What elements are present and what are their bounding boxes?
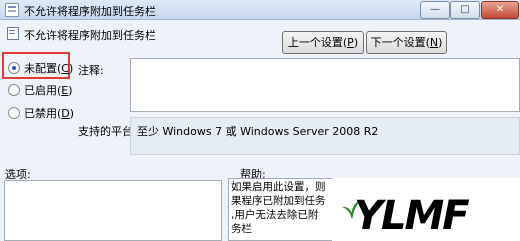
comment-label: 注释: (78, 64, 104, 77)
watermark-logo: YLMF (332, 178, 520, 241)
watermark-text: YLMF (354, 193, 470, 239)
policy-name: 不允许将程序附加到任务栏 (24, 29, 156, 42)
option-label: 已启用( (24, 84, 62, 97)
previous-setting-button[interactable]: 上一个设置(P) (282, 31, 364, 54)
help-line: 务栏 (231, 223, 252, 235)
option-label: 已禁用( (24, 107, 62, 120)
title-bar: 不允许将程序附加到任务栏 — □ ✕ (0, 0, 520, 20)
help-line: 果程序已附加到任务 (231, 195, 326, 207)
previous-setting-label: 上一个设置( (287, 36, 348, 49)
radio-selected-icon (8, 62, 20, 74)
next-setting-hotkey: N (429, 36, 439, 49)
next-setting-button[interactable]: 下一个设置(N) (366, 31, 447, 54)
radio-unselected-icon (8, 107, 20, 119)
options-panel (4, 180, 222, 241)
radio-enabled[interactable]: 已启用(E) (8, 83, 73, 99)
radio-disabled[interactable]: 已禁用(D) (8, 106, 74, 122)
option-label: 未配置( (24, 62, 62, 75)
maximize-button[interactable]: □ (450, 1, 480, 19)
help-text: 如果启用此设置，则 果程序已附加到任务 ,用户无法去除已附 务栏 (231, 180, 326, 236)
platform-label: 支持的平台: (78, 125, 137, 138)
policy-icon (7, 27, 19, 40)
radio-not-configured[interactable]: 未配置(C) (8, 61, 73, 77)
next-setting-label: 下一个设置( (370, 36, 430, 49)
option-hotkey: E (61, 84, 69, 97)
minimize-button[interactable]: — (420, 1, 450, 19)
help-line: ,用户无法去除已附 (231, 209, 319, 221)
close-button[interactable]: ✕ (481, 1, 519, 19)
previous-setting-hotkey: P (347, 36, 354, 49)
comment-textarea[interactable] (130, 58, 520, 112)
option-hotkey: C (61, 62, 69, 75)
option-hotkey: D (61, 107, 70, 120)
radio-unselected-icon (8, 84, 20, 96)
policy-window-icon (5, 3, 19, 17)
supported-platform-value: 至少 Windows 7 或 Windows Server 2008 R2 (130, 117, 520, 155)
window-title: 不允许将程序附加到任务栏 (24, 5, 156, 18)
help-line: 如果启用此设置，则 (231, 181, 326, 193)
